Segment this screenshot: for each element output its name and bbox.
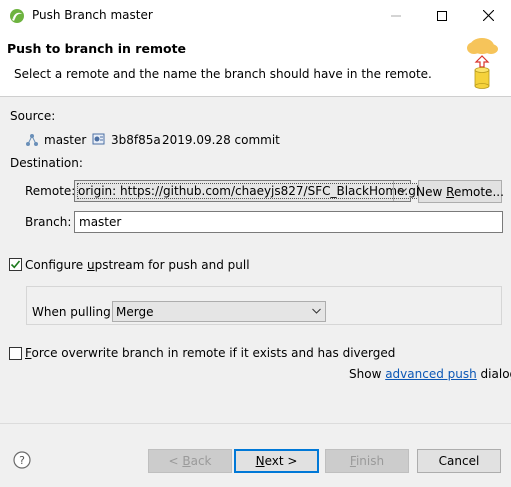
branch-field[interactable] — [74, 211, 503, 233]
configure-upstream-checkbox[interactable] — [9, 258, 22, 271]
next-suffix: ext > — [264, 454, 298, 468]
remote-label: Remote: — [25, 184, 76, 198]
next-button[interactable]: Next > — [234, 449, 319, 473]
remote-combo-value: origin: https://github.com/chaeyjs827/SF… — [77, 183, 425, 199]
commit-icon — [92, 133, 105, 145]
new-remote-button[interactable]: New Remote... — [416, 180, 504, 203]
minimize-button[interactable] — [373, 0, 419, 31]
source-commit-message: 2019.09.28 commit — [162, 133, 280, 147]
when-pulling-select[interactable]: Merge — [112, 301, 326, 322]
remote-combo-text: origin: https://github.com/chaeyjs827/SF… — [77, 183, 425, 199]
force-suffix: orce overwrite branch in remote if it ex… — [31, 346, 396, 360]
upstream-mnemonic: u — [86, 258, 95, 272]
source-commit-id: 3b8f85a — [111, 133, 161, 147]
when-pulling-value: Merge — [116, 305, 154, 319]
advanced-push-line: Show advanced push dialog — [349, 367, 511, 381]
help-icon[interactable]: ? — [13, 451, 31, 469]
eclipse-egit-icon — [10, 9, 24, 23]
advanced-prefix: Show — [349, 367, 386, 381]
back-button[interactable]: < Back — [148, 449, 232, 473]
cancel-button[interactable]: Cancel — [417, 449, 501, 473]
finish-button[interactable]: Finish — [325, 449, 409, 473]
checkmark-icon — [10, 260, 21, 269]
back-label: < Back — [168, 454, 211, 468]
back-suffix: ack — [190, 454, 212, 468]
chevron-down-icon — [397, 188, 407, 194]
upstream-prefix: Configure — [25, 258, 87, 272]
source-label: Source: — [10, 109, 56, 123]
branch-input[interactable] — [75, 212, 502, 232]
title-bar: Push Branch master — [0, 0, 511, 31]
branch-icon — [26, 134, 38, 146]
footer-separator — [0, 423, 511, 424]
branch-label: Branch: — [25, 215, 72, 229]
advanced-push-link[interactable]: advanced push — [385, 367, 477, 381]
finish-label: Finish — [350, 454, 384, 468]
minimize-icon — [391, 15, 401, 16]
chevron-down-icon — [312, 308, 321, 314]
force-overwrite-label[interactable]: Force overwrite branch in remote if it e… — [25, 346, 395, 360]
maximize-icon — [437, 10, 447, 21]
force-overwrite-checkbox[interactable] — [9, 347, 22, 360]
remote-combo[interactable]: origin: https://github.com/chaeyjs827/SF… — [74, 180, 425, 202]
banner-title: Push to branch in remote — [7, 41, 187, 56]
close-icon — [482, 10, 494, 21]
remote-combo-arrow[interactable] — [393, 181, 410, 201]
banner-description: Select a remote and the name the branch … — [14, 67, 432, 81]
destination-label: Destination: — [10, 156, 83, 170]
svg-text:?: ? — [19, 454, 25, 467]
finish-suffix: inish — [355, 454, 385, 468]
new-remote-prefix: New — [416, 184, 447, 199]
new-remote-label: New Remote... — [416, 185, 504, 199]
configure-upstream-label[interactable]: Configure upstream for push and pull — [25, 258, 250, 272]
back-mnemonic: B — [182, 454, 191, 468]
push-branch-dialog: Push Branch master Push to branch in rem… — [0, 0, 511, 487]
new-remote-mnemonic: R — [446, 184, 454, 199]
next-mnemonic: N — [255, 454, 265, 468]
window-title: Push Branch master — [32, 8, 153, 22]
when-pulling-label: When pulling: — [32, 305, 115, 319]
close-button[interactable] — [465, 0, 511, 31]
cancel-label: Cancel — [438, 454, 480, 468]
advanced-suffix: dialog — [480, 367, 511, 381]
wizard-banner: Push to branch in remote Select a remote… — [0, 31, 511, 97]
upstream-suffix: pstream for push and pull — [94, 258, 250, 272]
source-branch: master — [44, 133, 87, 147]
new-remote-suffix: emote... — [453, 184, 504, 199]
maximize-button[interactable] — [419, 0, 465, 31]
cloud-push-icon — [467, 38, 498, 89]
next-label: Next > — [256, 454, 298, 468]
back-prefix: < — [168, 454, 183, 468]
